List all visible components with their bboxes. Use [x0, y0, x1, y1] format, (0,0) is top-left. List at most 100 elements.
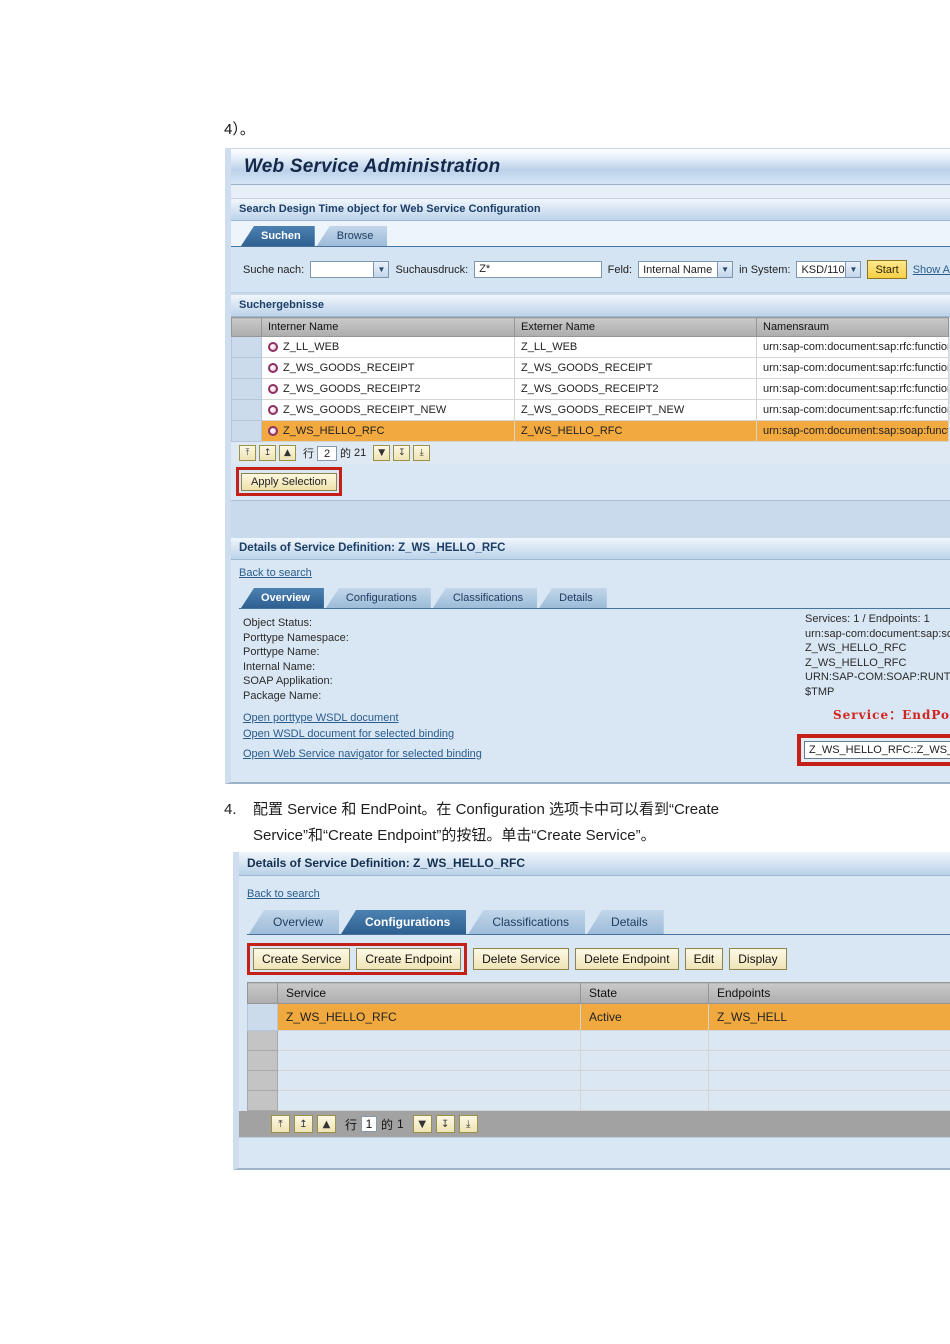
tab-configurations[interactable]: Configurations — [326, 588, 431, 608]
row-selector[interactable] — [232, 379, 262, 400]
table-header-row: Interner Name Externer Name Namensraum — [232, 318, 949, 337]
start-button[interactable]: Start — [867, 260, 906, 279]
table-row[interactable]: Z_LL_WEB Z_LL_WEB urn:sap-com:document:s… — [232, 337, 949, 358]
pager-up-button[interactable]: ▲ — [279, 445, 296, 461]
show-advanced-link[interactable]: Show A — [913, 264, 950, 276]
annotation-service-endpoint: Service：EndPoint — [833, 706, 950, 723]
pager-down-button[interactable]: ▼ — [373, 445, 390, 461]
pager-last-button[interactable]: ⤓ — [459, 1115, 478, 1133]
column-header-externer-name[interactable]: Externer Name — [515, 318, 757, 337]
tab-details[interactable]: Details — [539, 588, 607, 608]
table-header-row: Service State Endpoints — [248, 983, 950, 1004]
row-selector[interactable] — [232, 358, 262, 379]
pager-page-up-button[interactable]: ↥ — [259, 445, 276, 461]
feld-label: Feld: — [608, 264, 632, 276]
suchausdruck-input[interactable]: Z* — [474, 261, 601, 278]
value-object-status: Services: 1 / Endpoints: 1 — [805, 612, 950, 627]
chevron-down-icon: ▼ — [373, 262, 388, 277]
back-to-search-link[interactable]: Back to search — [239, 567, 312, 579]
suche-nach-select[interactable]: ▼ — [310, 261, 389, 278]
row-selector[interactable] — [248, 1051, 278, 1071]
create-endpoint-button[interactable]: Create Endpoint — [356, 948, 461, 970]
delete-endpoint-button[interactable]: Delete Endpoint — [575, 948, 678, 970]
row-selector[interactable] — [248, 1071, 278, 1091]
delete-service-button[interactable]: Delete Service — [473, 948, 569, 970]
pager-up-button[interactable]: ▲ — [317, 1115, 336, 1133]
system-select[interactable]: KSD/110 ▼ — [796, 261, 861, 278]
row-selector[interactable] — [248, 1091, 278, 1111]
pager-last-button[interactable]: ⤓ — [413, 445, 430, 461]
service-definition-icon — [268, 405, 278, 415]
pager-first-button[interactable]: ⤒ — [239, 445, 256, 461]
tab-classifications[interactable]: Classifications — [433, 588, 537, 608]
details-tabs: Overview Configurations Classifications … — [239, 585, 950, 609]
column-header-endpoints[interactable]: Endpoints — [709, 983, 950, 1004]
pager-current-row-input[interactable]: 1 — [361, 1116, 377, 1132]
tab-overview[interactable]: Overview — [249, 910, 339, 934]
table-row-empty[interactable] — [248, 1071, 950, 1091]
table-row-selected[interactable]: Z_WS_HELLO_RFC Z_WS_HELLO_RFC urn:sap-co… — [232, 421, 949, 442]
row-selector[interactable] — [248, 1004, 278, 1031]
back-to-search-link[interactable]: Back to search — [247, 888, 320, 900]
row-selector[interactable] — [232, 421, 262, 442]
table-row-empty[interactable] — [248, 1031, 950, 1051]
column-header-interner-name[interactable]: Interner Name — [262, 318, 515, 337]
tab-suchen[interactable]: Suchen — [241, 226, 315, 246]
cell-namensraum: urn:sap-com:document:sap:rfc:functions — [757, 400, 949, 421]
feld-select[interactable]: Internal Name ▼ — [638, 261, 733, 278]
column-header-service[interactable]: Service — [278, 983, 581, 1004]
table-row[interactable]: Z_WS_GOODS_RECEIPT_NEW Z_WS_GOODS_RECEIP… — [232, 400, 949, 421]
value-porttype-namespace: urn:sap-com:document:sap:so — [805, 627, 950, 642]
pager-page-down-button[interactable]: ↧ — [436, 1115, 455, 1133]
pager-of-label: 的 — [340, 445, 351, 461]
table-row-empty[interactable] — [248, 1091, 950, 1111]
cell-interner: Z_WS_GOODS_RECEIPT — [262, 358, 515, 379]
tab-overview[interactable]: Overview — [241, 588, 324, 608]
tab-classifications[interactable]: Classifications — [468, 910, 585, 934]
cell-externer: Z_WS_HELLO_RFC — [515, 421, 757, 442]
row-selector[interactable] — [232, 400, 262, 421]
table-row[interactable]: Z_WS_GOODS_RECEIPT Z_WS_GOODS_RECEIPT ur… — [232, 358, 949, 379]
cell-namensraum: urn:sap-com:document:sap:rfc:functions — [757, 358, 949, 379]
pager-page-down-button[interactable]: ↧ — [393, 445, 410, 461]
row-selector[interactable] — [232, 337, 262, 358]
table-row[interactable]: Z_WS_GOODS_RECEIPT2 Z_WS_GOODS_RECEIPT2 … — [232, 379, 949, 400]
pager-page-up-button[interactable]: ↥ — [294, 1115, 313, 1133]
tab-details[interactable]: Details — [587, 910, 664, 934]
binding-select-field[interactable]: Z_WS_HELLO_RFC::Z_WS_H — [804, 741, 950, 759]
details-panel: Back to search Overview Configurations C… — [231, 560, 950, 782]
annotation-highlight-create-buttons: Create Service Create Endpoint — [247, 943, 467, 975]
display-button[interactable]: Display — [729, 948, 786, 970]
results-section-header: Suchergebnisse — [231, 295, 950, 317]
cell-interner: Z_WS_HELLO_RFC — [262, 421, 515, 442]
column-header-state[interactable]: State — [581, 983, 709, 1004]
chevron-down-icon: ▼ — [717, 262, 732, 277]
service-definition-icon — [268, 426, 278, 436]
feld-value: Internal Name — [639, 264, 717, 276]
service-definition-icon — [268, 384, 278, 394]
pager-row-label: 行 — [303, 445, 314, 461]
cell-externer: Z_WS_GOODS_RECEIPT — [515, 358, 757, 379]
pager-down-button[interactable]: ▼ — [413, 1115, 432, 1133]
edit-button[interactable]: Edit — [685, 948, 724, 970]
pager-current-row-input[interactable]: 2 — [317, 446, 337, 461]
suche-nach-label: Suche nach: — [243, 264, 304, 276]
tab-browse[interactable]: Browse — [317, 226, 388, 246]
pager-first-button[interactable]: ⤒ — [271, 1115, 290, 1133]
annotation-highlight-apply: Apply Selection — [236, 467, 342, 496]
cell-interner: Z_WS_GOODS_RECEIPT2 — [262, 379, 515, 400]
service-definition-icon — [268, 363, 278, 373]
step-number: 4. — [224, 797, 253, 849]
table-row-selected[interactable]: Z_WS_HELLO_RFC Active Z_WS_HELL — [248, 1004, 950, 1031]
cell-state: Active — [581, 1004, 709, 1031]
webservice-admin-window: Web Service Administration Search Design… — [225, 148, 950, 784]
row-selector[interactable] — [248, 1031, 278, 1051]
column-header-namensraum[interactable]: Namensraum — [757, 318, 949, 337]
apply-selection-button[interactable]: Apply Selection — [241, 473, 337, 491]
details-tabs: Overview Configurations Classifications … — [247, 909, 950, 935]
create-service-button[interactable]: Create Service — [253, 948, 350, 970]
table-row-empty[interactable] — [248, 1051, 950, 1071]
tab-configurations[interactable]: Configurations — [341, 910, 466, 934]
configurations-window: Details of Service Definition: Z_WS_HELL… — [233, 852, 950, 1170]
cell-externer: Z_LL_WEB — [515, 337, 757, 358]
